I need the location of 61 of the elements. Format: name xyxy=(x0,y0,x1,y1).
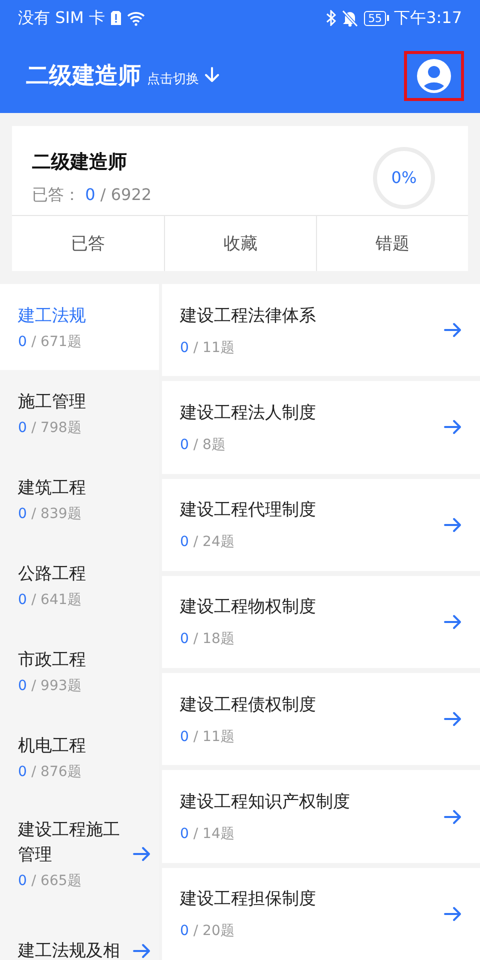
clock-text: 下午3:17 xyxy=(394,8,462,28)
arrow-icon[interactable] xyxy=(133,943,151,959)
topic-card[interactable]: 建设工程代理制度 0 / 24题 xyxy=(162,478,480,571)
arrow-icon[interactable] xyxy=(444,906,462,922)
topic-name: 建设工程知识产权制度 xyxy=(180,791,351,814)
exam-name: 二级建造师 xyxy=(32,150,128,175)
topic-card[interactable]: 建设工程法律体系 0 / 11题 xyxy=(162,284,480,376)
topic-card[interactable]: 建设工程物权制度 0 / 18题 xyxy=(162,576,480,668)
topic-card[interactable]: 建设工程债权制度 0 / 11题 xyxy=(162,673,480,766)
question-count: 0 / 665题 xyxy=(18,872,82,890)
question-count: 0 / 876题 xyxy=(18,762,82,780)
arrow-icon[interactable] xyxy=(444,516,462,533)
answered-count: 已答： 0 / 6922 xyxy=(32,185,153,206)
question-count: 0 / 993题 xyxy=(18,676,82,694)
arrow-icon[interactable] xyxy=(444,322,462,338)
wifi-icon xyxy=(126,10,145,26)
topic-name: 建设工程法律体系 xyxy=(180,304,317,328)
carrier-text: 没有 SIM 卡 xyxy=(18,8,105,28)
question-count: 0 / 14题 xyxy=(180,825,236,844)
user-icon xyxy=(417,58,451,92)
question-count: 0 / 8题 xyxy=(180,436,226,454)
exam-title: 二级建造师 xyxy=(26,62,141,91)
topic-name: 建设工程代理制度 xyxy=(180,499,317,522)
topic-card[interactable]: 建设工程法人制度 0 / 8题 xyxy=(162,381,480,474)
category-name: 建设工程施工管理 xyxy=(18,819,121,867)
question-count: 0 / 20题 xyxy=(180,922,236,940)
topic-card[interactable]: 建设工程知识产权制度 0 / 14题 xyxy=(162,770,480,863)
question-count: 0 / 18题 xyxy=(180,630,236,648)
topic-name: 建设工程债权制度 xyxy=(180,694,317,717)
category-name: 建筑工程 xyxy=(18,476,87,500)
question-count: 0 / 11题 xyxy=(180,728,236,746)
arrow-icon[interactable] xyxy=(444,419,462,436)
category-name: 公路工程 xyxy=(18,562,87,586)
switch-hint[interactable]: 点击切换 xyxy=(147,70,199,88)
question-count: 0 / 798题 xyxy=(18,418,82,436)
arrow-icon[interactable] xyxy=(133,846,151,862)
question-count: 0 / 641题 xyxy=(18,590,82,608)
question-count: 0 / 671题 xyxy=(18,332,82,350)
category-name: 市政工程 xyxy=(18,648,87,672)
question-count: 0 / 839题 xyxy=(18,504,82,522)
muted-bell-icon xyxy=(341,10,360,26)
question-count: 0 / 24题 xyxy=(180,533,236,552)
category-name: 建工法规及相 xyxy=(18,940,121,960)
arrow-icon[interactable] xyxy=(444,711,462,728)
arrow-icon[interactable] xyxy=(444,614,462,630)
topic-name: 建设工程法人制度 xyxy=(180,402,317,425)
sim-alert-icon xyxy=(110,10,122,26)
category-name: 建工法规 xyxy=(18,304,87,328)
category-item[interactable]: 建工法规 0 / 671题 xyxy=(0,284,159,370)
battery-icon: 55 xyxy=(364,10,390,26)
topic-name: 建设工程物权制度 xyxy=(180,596,317,620)
category-name: 机电工程 xyxy=(18,734,87,758)
topic-card[interactable]: 建设工程担保制度 0 / 20题 xyxy=(162,868,480,960)
progress-ring: 0% xyxy=(372,146,436,210)
arrow-icon[interactable] xyxy=(444,808,462,825)
down-arrow-icon[interactable] xyxy=(205,66,219,82)
bluetooth-icon xyxy=(326,10,336,26)
topic-name: 建设工程担保制度 xyxy=(180,888,317,912)
profile-button[interactable] xyxy=(404,50,464,100)
category-name: 施工管理 xyxy=(18,390,87,414)
question-count: 0 / 11题 xyxy=(180,338,236,357)
